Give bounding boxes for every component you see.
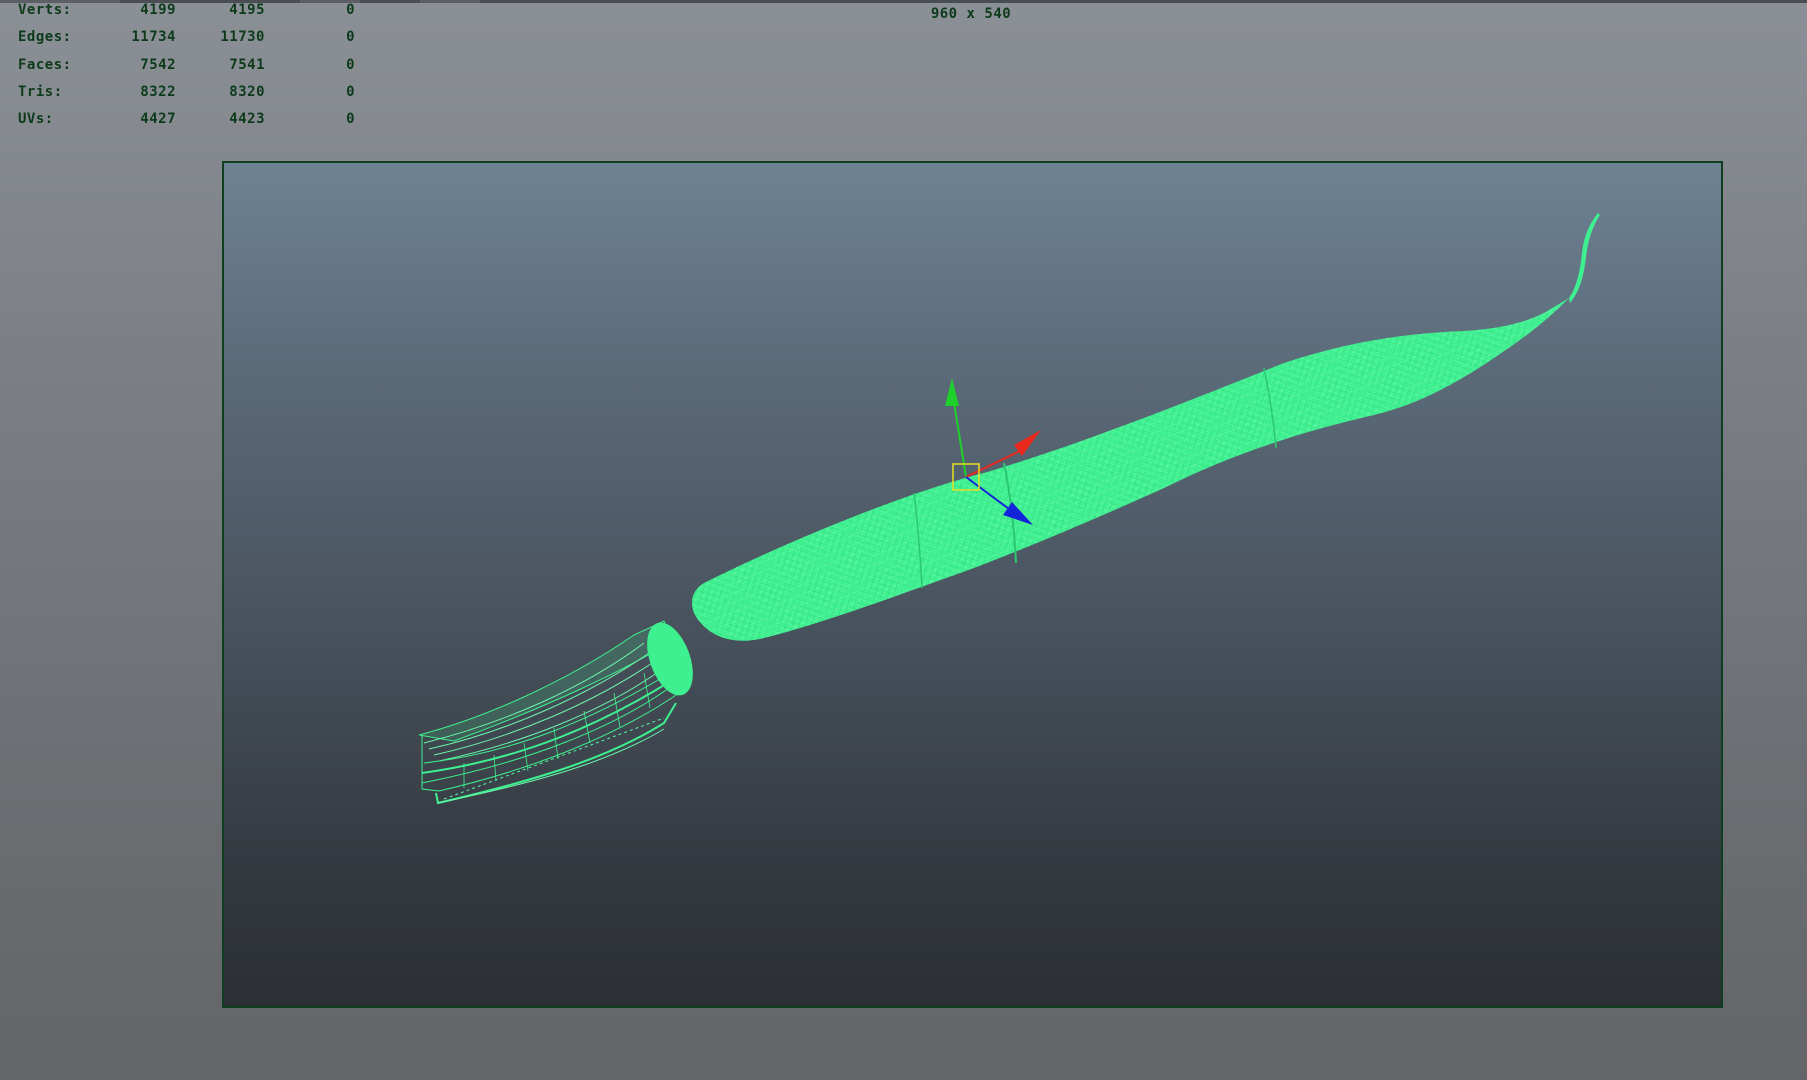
hud-value-object: 8322: [140, 84, 176, 100]
scene-canvas[interactable]: [224, 163, 1721, 1006]
hud-value-object: 11734: [131, 29, 176, 45]
hud-row-tris: Tris: 8322 8320 0: [0, 84, 360, 104]
hud-label: Faces:: [18, 57, 72, 73]
hud-value-component: 0: [346, 29, 355, 45]
tail-tip-mesh: [1569, 213, 1600, 303]
toolbar-segment: [420, 0, 480, 3]
manip-y-arrow-icon[interactable]: [945, 378, 959, 406]
hud-value-selected: 4423: [229, 111, 265, 127]
hud-label: Tris:: [18, 84, 63, 100]
hud-label: Edges:: [18, 29, 72, 45]
hud-value-object: 7542: [140, 57, 176, 73]
hud-value-component: 0: [346, 2, 355, 18]
hud-row-edges: Edges: 11734 11730 0: [0, 29, 360, 49]
hud-value-selected: 7541: [229, 57, 265, 73]
hud-value-selected: 4195: [229, 2, 265, 18]
hud-value-object: 4199: [140, 2, 176, 18]
hud-value-object: 4427: [140, 111, 176, 127]
hud-value-selected: 11730: [220, 29, 265, 45]
viewport-render-gate[interactable]: [222, 161, 1723, 1008]
hud-value-component: 0: [346, 57, 355, 73]
mantle-wire-overlay-2: [692, 298, 1569, 641]
tentacles-wireframe: [418, 620, 683, 805]
hud-row-uvs: UVs: 4427 4423 0: [0, 111, 360, 131]
hud-row-faces: Faces: 7542 7541 0: [0, 57, 360, 77]
resolution-gate-label: 960 x 540: [930, 6, 1012, 22]
hud-row-verts: Verts: 4199 4195 0: [0, 2, 360, 22]
hud-label: UVs:: [18, 111, 54, 127]
hud-value-selected: 8320: [229, 84, 265, 100]
hud-label: Verts:: [18, 2, 72, 18]
hud-value-component: 0: [346, 84, 355, 100]
hud-value-component: 0: [346, 111, 355, 127]
